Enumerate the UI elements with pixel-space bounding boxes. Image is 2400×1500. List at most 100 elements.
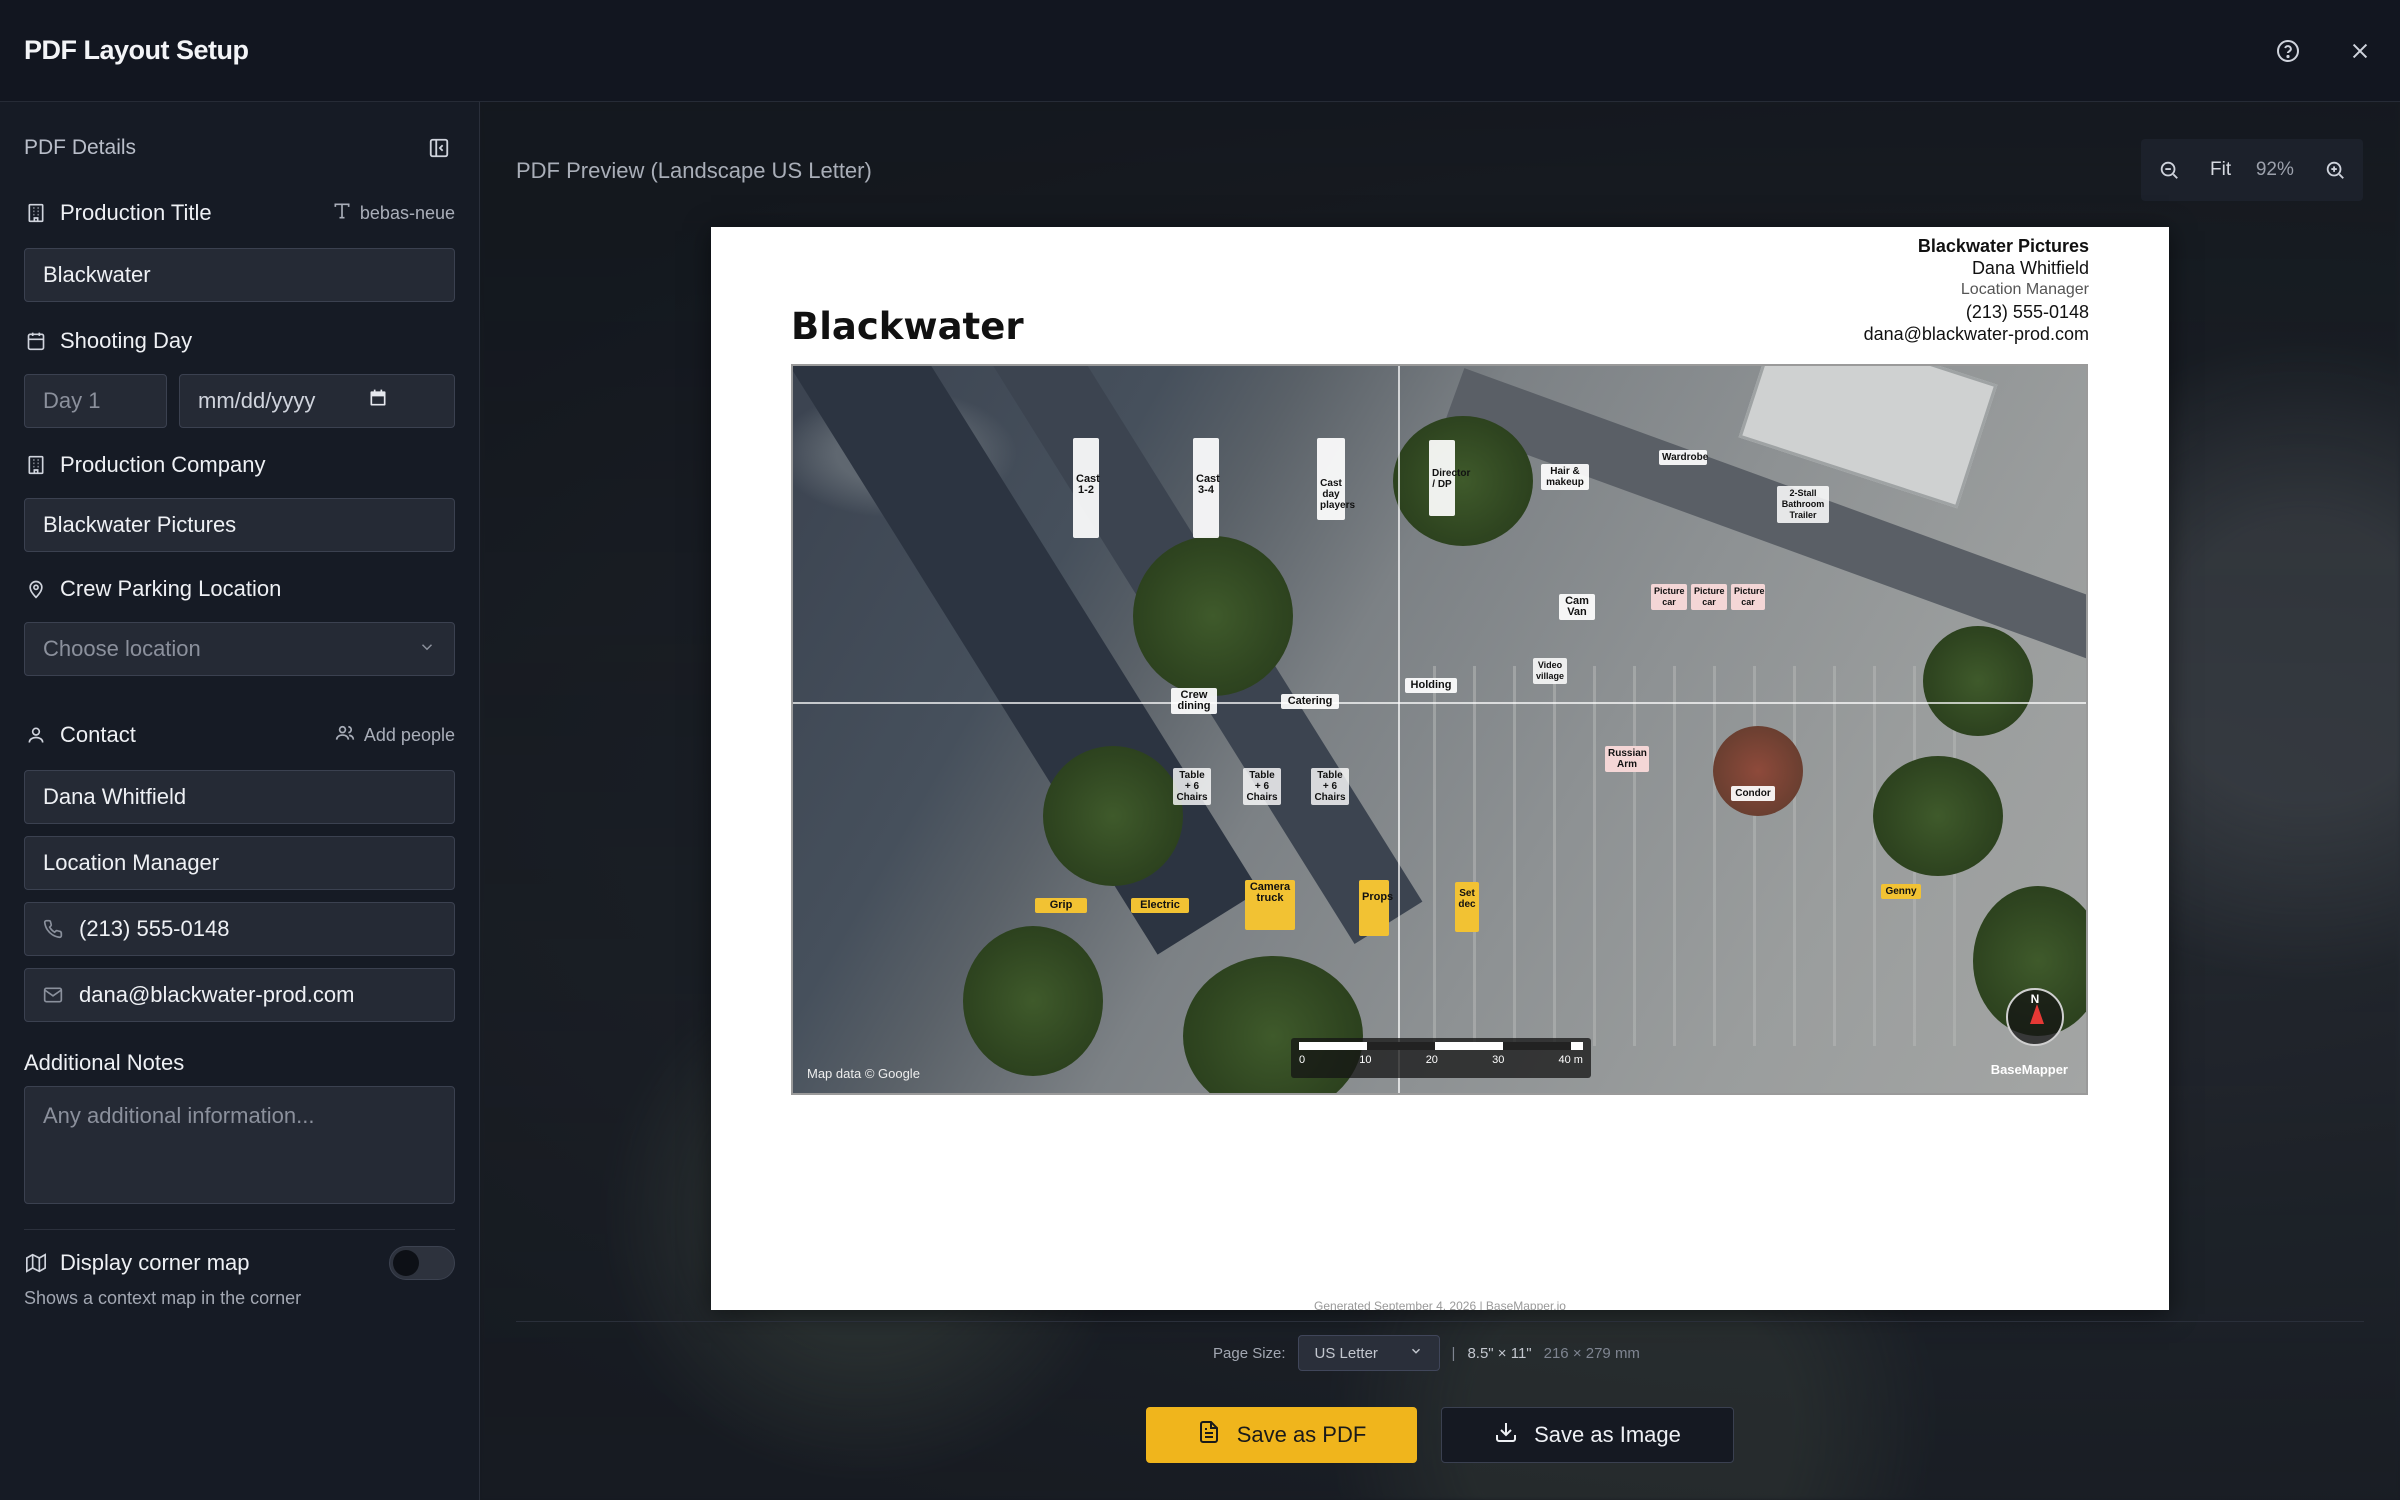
map-brand: BaseMapper — [1990, 1062, 2068, 1077]
corner-map-toggle[interactable] — [389, 1246, 455, 1280]
doc-contact-block: Blackwater Pictures Dana Whitfield Locat… — [1864, 235, 2089, 345]
marker-crew-dining: Crew dining — [1171, 688, 1217, 714]
page-size-row: Page Size: US Letter | 8.5" × 11" 216 × … — [1213, 1335, 1640, 1371]
mail-icon — [43, 985, 67, 1005]
tree — [1133, 536, 1293, 696]
tree — [1713, 726, 1803, 816]
doc-contact-email: dana@blackwater-prod.com — [1863, 324, 2089, 344]
production-company-input[interactable]: Blackwater Pictures — [24, 498, 455, 552]
page-size-dimensions: 8.5" × 11" — [1467, 1344, 1532, 1362]
crew-parking-label: Crew Parking Location — [24, 570, 455, 608]
font-selector[interactable]: bebas-neue — [332, 201, 455, 226]
save-pdf-button[interactable]: Save as PDF — [1146, 1407, 1417, 1463]
building-icon — [24, 453, 48, 477]
type-icon — [332, 201, 352, 226]
marker-table-chairs: Table + 6 Chairs — [1243, 768, 1281, 805]
map-pin-icon — [24, 577, 48, 601]
marker-picture-car: Picture car — [1731, 584, 1765, 610]
marker-electric: Electric — [1131, 898, 1189, 913]
zoom-out-icon[interactable] — [2153, 154, 2185, 186]
grid-line — [1398, 366, 1400, 1093]
marker-video-village: Video village — [1533, 658, 1567, 684]
collapse-sidebar-icon[interactable] — [423, 132, 455, 164]
marker-table-chairs: Table + 6 Chairs — [1173, 768, 1211, 805]
building-icon — [24, 201, 48, 225]
marker-cam-van: Cam Van — [1559, 594, 1595, 620]
tree — [1873, 756, 2003, 876]
contact-role-input[interactable]: Location Manager — [24, 836, 455, 890]
marker-camera-truck: Camera truck — [1245, 880, 1295, 930]
preview-label: PDF Preview (Landscape US Letter) — [516, 158, 872, 183]
tree — [1393, 416, 1533, 546]
shooting-day-label: Shooting Day — [24, 322, 455, 360]
corner-map-row: Display corner map — [24, 1244, 455, 1282]
user-icon — [24, 723, 48, 747]
contact-email-input[interactable]: dana@blackwater-prod.com — [24, 968, 455, 1022]
users-icon — [334, 723, 356, 748]
top-bar: PDF Layout Setup — [0, 0, 2400, 102]
file-icon — [1197, 1420, 1221, 1450]
contact-name-input[interactable]: Dana Whitfield — [24, 770, 455, 824]
production-company-label: Production Company — [24, 446, 455, 484]
sidebar-title: PDF Details — [24, 136, 137, 159]
marker-hair-makeup: Hair & makeup — [1541, 464, 1589, 490]
map-scale-bar: 0 10 20 30 40 m — [1291, 1038, 1591, 1078]
contact-phone-input[interactable]: (213) 555-0148 — [24, 902, 455, 956]
close-icon[interactable] — [2344, 35, 2376, 67]
crew-parking-select[interactable]: Choose location — [24, 622, 455, 676]
doc-title: Blackwater — [791, 305, 1024, 348]
marker-russian-arm: Russian Arm — [1605, 746, 1649, 772]
marker-cast-1-2: Cast 1-2 — [1073, 438, 1100, 538]
app-title: PDF Layout Setup — [24, 35, 249, 65]
marker-cast-day-players: Cast day players — [1317, 438, 1355, 520]
tree — [1923, 626, 2033, 736]
doc-contact-role: Location Manager — [1960, 281, 2089, 298]
phone-icon — [43, 919, 67, 939]
production-title-label: Production Title bebas-neue — [24, 194, 455, 232]
calendar-picker-icon[interactable] — [368, 388, 388, 414]
download-icon — [1494, 1420, 1518, 1450]
production-title-input[interactable]: Blackwater — [24, 248, 455, 302]
zoom-fit-button[interactable]: Fit — [2210, 159, 2231, 181]
zoom-controls: Fit 92% — [2141, 139, 2363, 201]
zoom-value: 92% — [2255, 159, 2294, 180]
save-image-button[interactable]: Save as Image — [1441, 1407, 1734, 1463]
doc-company: Blackwater Pictures — [1917, 236, 2089, 256]
marker-genny: Genny — [1881, 884, 1921, 899]
marker-holding: Holding — [1405, 678, 1457, 693]
marker-cast-3-4: Cast 3-4 — [1193, 438, 1220, 538]
pdf-details-sidebar: PDF Details Production Title bebas-neue … — [0, 102, 480, 1500]
map-icon — [24, 1251, 48, 1275]
shooting-day-input[interactable]: Day 1 — [24, 374, 167, 428]
aerial-map: Cast 1-2 Cast 3-4 Cast day players Direc… — [791, 364, 2088, 1095]
grid-line — [793, 702, 2086, 704]
page-size-mm: 216 × 279 mm — [1543, 1344, 1640, 1362]
divider — [516, 1321, 2364, 1322]
doc-contact-name: Dana Whitfield — [1971, 258, 2089, 278]
doc-contact-phone: (213) 555-0148 — [1965, 302, 2089, 322]
zoom-in-icon[interactable] — [2319, 154, 2351, 186]
notes-textarea[interactable]: Any additional information... — [24, 1086, 455, 1204]
marker-catering: Catering — [1281, 694, 1339, 709]
doc-footer: Generated September 4, 2026 | BaseMapper… — [1314, 1299, 1566, 1310]
chevron-down-icon — [1409, 1344, 1423, 1362]
page-size-select[interactable]: US Letter — [1297, 1335, 1440, 1371]
chevron-down-icon — [418, 636, 436, 662]
add-people-button[interactable]: Add people — [334, 723, 455, 748]
marker-table-chairs: Table + 6 Chairs — [1311, 768, 1349, 805]
map-credit: Map data © Google — [807, 1066, 920, 1081]
shooting-date-input[interactable]: mm/dd/yyyy — [179, 374, 455, 428]
pdf-page-preview: Blackwater Blackwater Pictures Dana Whit… — [711, 227, 2169, 1310]
corner-map-hint: Shows a context map in the corner — [24, 1288, 302, 1308]
compass-icon: N — [2006, 988, 2064, 1046]
contact-label: Contact Add people — [24, 716, 455, 754]
marker-wardrobe: Wardrobe — [1659, 450, 1708, 465]
marker-condor: Condor — [1731, 786, 1775, 801]
marker-set-dec: Set dec — [1455, 882, 1479, 932]
marker-director-dp: Director / DP — [1429, 440, 1470, 516]
marker-picture-car: Picture car — [1651, 584, 1687, 610]
help-icon[interactable] — [2272, 35, 2304, 67]
tree — [963, 926, 1103, 1076]
marker-props: Props — [1359, 880, 1393, 936]
page-size-label: Page Size: — [1213, 1344, 1286, 1362]
